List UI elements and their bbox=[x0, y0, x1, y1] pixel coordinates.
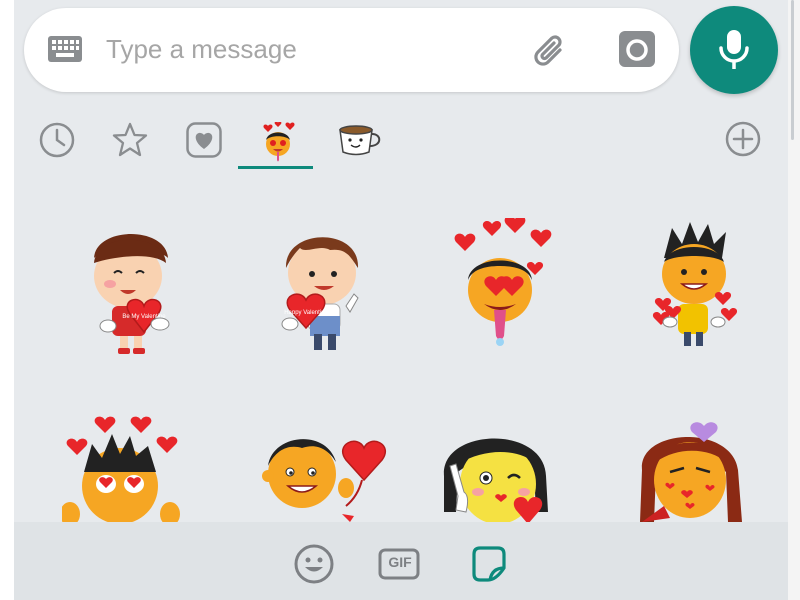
tab-valentine-pack[interactable] bbox=[249, 116, 303, 170]
microphone-icon bbox=[719, 30, 749, 69]
tab-love[interactable] bbox=[177, 116, 231, 170]
star-icon bbox=[112, 122, 148, 157]
add-sticker-pack-button[interactable] bbox=[724, 120, 762, 158]
heart-icon bbox=[186, 122, 222, 158]
sticker-lovestruck-emoji-boy[interactable] bbox=[444, 215, 594, 368]
tab-coffee-pack[interactable] bbox=[327, 116, 381, 170]
emoji-gif-sticker-switcher: GIF bbox=[14, 522, 788, 600]
sticker-boy-heart-balloon[interactable] bbox=[246, 416, 396, 522]
sticker-girl-winking[interactable] bbox=[436, 416, 586, 522]
tab-favorites[interactable] bbox=[103, 116, 157, 170]
gif-label: GIF bbox=[388, 554, 412, 570]
coffee-cup-icon bbox=[339, 125, 381, 156]
sticker-boy-heart-happy-valentine[interactable]: Happy Valentine bbox=[250, 218, 400, 368]
camera-icon[interactable] bbox=[618, 30, 656, 68]
sticker-girl-kiss[interactable] bbox=[630, 410, 780, 522]
selected-tab-indicator bbox=[238, 166, 313, 169]
message-composer: Type a message bbox=[24, 8, 679, 92]
sticker-icon bbox=[472, 546, 506, 582]
sticker-tab-button[interactable] bbox=[466, 542, 510, 586]
scrollbar-thumb[interactable] bbox=[791, 0, 794, 140]
sticker-grid: Be My Valentine Happy Valentine bbox=[14, 196, 788, 522]
left-edge bbox=[0, 0, 14, 600]
scrollbar[interactable] bbox=[788, 0, 800, 600]
smiley-icon bbox=[294, 544, 334, 584]
emoji-tab-button[interactable] bbox=[292, 542, 336, 586]
sticker-heart-text: Happy Valentine bbox=[284, 310, 328, 316]
sticker-boy-with-hearts[interactable] bbox=[636, 218, 786, 368]
sticker-boy-heart-valentine[interactable]: Be My Valentine bbox=[56, 218, 206, 368]
plus-circle-icon bbox=[725, 121, 761, 157]
paperclip-icon[interactable] bbox=[529, 28, 573, 72]
sticker-pack-icon bbox=[263, 122, 295, 162]
microphone-button[interactable] bbox=[690, 6, 778, 94]
gif-tab-button[interactable]: GIF bbox=[376, 542, 424, 586]
sticker-tab-row bbox=[14, 108, 788, 174]
message-input[interactable]: Type a message bbox=[106, 34, 297, 65]
sticker-heart-eyes-boy[interactable] bbox=[60, 414, 212, 522]
clock-icon bbox=[39, 122, 75, 158]
tab-recent[interactable] bbox=[30, 116, 84, 170]
keyboard-icon[interactable] bbox=[48, 36, 82, 62]
